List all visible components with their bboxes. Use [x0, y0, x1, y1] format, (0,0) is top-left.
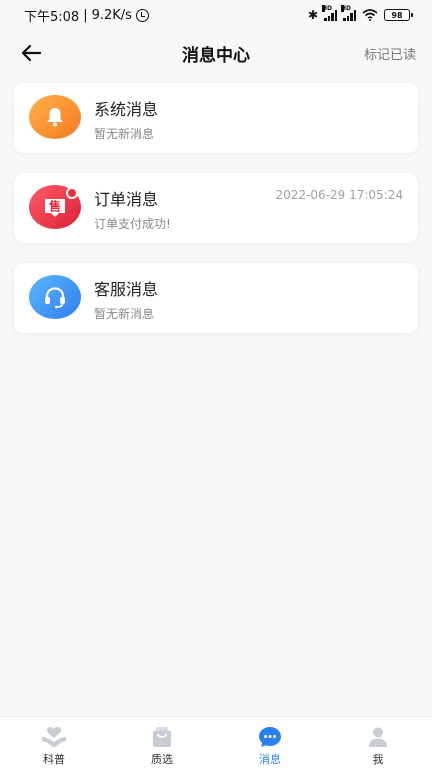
message-title: 订单消息	[94, 190, 159, 209]
message-item-service[interactable]: 客服消息 暂无新消息	[14, 263, 418, 333]
page-title: 消息中心	[182, 45, 250, 66]
status-right: ✱ HD HD 98	[307, 4, 413, 22]
bottom-tab-bar: 科普 质选 消息 我	[0, 716, 432, 768]
tab-label: 我	[372, 753, 384, 766]
signal-icon-2: HD	[341, 4, 356, 21]
unread-badge	[66, 187, 78, 199]
tab-me[interactable]: 我	[324, 717, 432, 768]
message-preview: 暂无新消息	[94, 307, 155, 321]
status-bar: 下午5:08 | 9.2K/s ✱ HD HD 98	[0, 0, 432, 30]
message-title: 系统消息	[94, 100, 159, 119]
hd-badge-2: HD	[341, 4, 352, 12]
tab-label: 质选	[151, 753, 173, 766]
heart-hands-icon	[41, 725, 67, 749]
bell-icon	[47, 108, 63, 127]
person-icon	[365, 725, 391, 749]
wifi-icon	[362, 9, 378, 21]
battery-icon: 98	[384, 9, 413, 21]
tab-label: 消息	[259, 753, 281, 766]
message-item-system[interactable]: 系统消息 暂无新消息	[14, 83, 418, 153]
network-speed: 9.2K/s	[91, 7, 132, 23]
bluetooth-icon: ✱	[307, 8, 318, 22]
signal-icon: HD	[322, 4, 337, 21]
message-title: 客服消息	[94, 280, 159, 299]
back-button[interactable]	[18, 40, 44, 66]
message-list: 系统消息 暂无新消息 售 订单消息 2022-06-29 17:05:24 订单…	[14, 83, 418, 353]
arrow-left-icon	[21, 44, 41, 62]
status-time: 下午5:08	[24, 9, 80, 25]
hd-badge: HD	[322, 4, 333, 12]
sale-icon-text: 售	[49, 199, 61, 214]
tab-messages[interactable]: 消息	[216, 717, 324, 768]
chat-bubble-icon	[257, 725, 283, 749]
message-center-screen: 下午5:08 | 9.2K/s ✱ HD HD 98 消息中心 标记已读 系统消…	[0, 0, 432, 768]
message-preview: 暂无新消息	[94, 127, 155, 141]
message-preview: 订单支付成功!	[94, 217, 171, 231]
service-avatar	[29, 275, 81, 319]
battery-level: 98	[391, 10, 403, 20]
tab-select[interactable]: 质选	[108, 717, 216, 768]
tab-label: 科普	[43, 753, 65, 766]
nav-bar: 消息中心 标记已读	[0, 30, 432, 76]
message-time: 2022-06-29 17:05:24	[275, 188, 403, 202]
tab-science[interactable]: 科普	[0, 717, 108, 768]
status-left: 下午5:08 | 9.2K/s	[24, 6, 149, 25]
message-item-order[interactable]: 售 订单消息 2022-06-29 17:05:24 订单支付成功!	[14, 173, 418, 243]
system-avatar	[29, 95, 81, 139]
alarm-icon	[135, 8, 149, 22]
status-separator: |	[83, 7, 88, 23]
shopping-bag-icon	[149, 725, 175, 749]
headset-icon	[45, 287, 65, 309]
sale-icon: 售	[45, 199, 65, 217]
mark-all-read-button[interactable]: 标记已读	[364, 44, 416, 63]
